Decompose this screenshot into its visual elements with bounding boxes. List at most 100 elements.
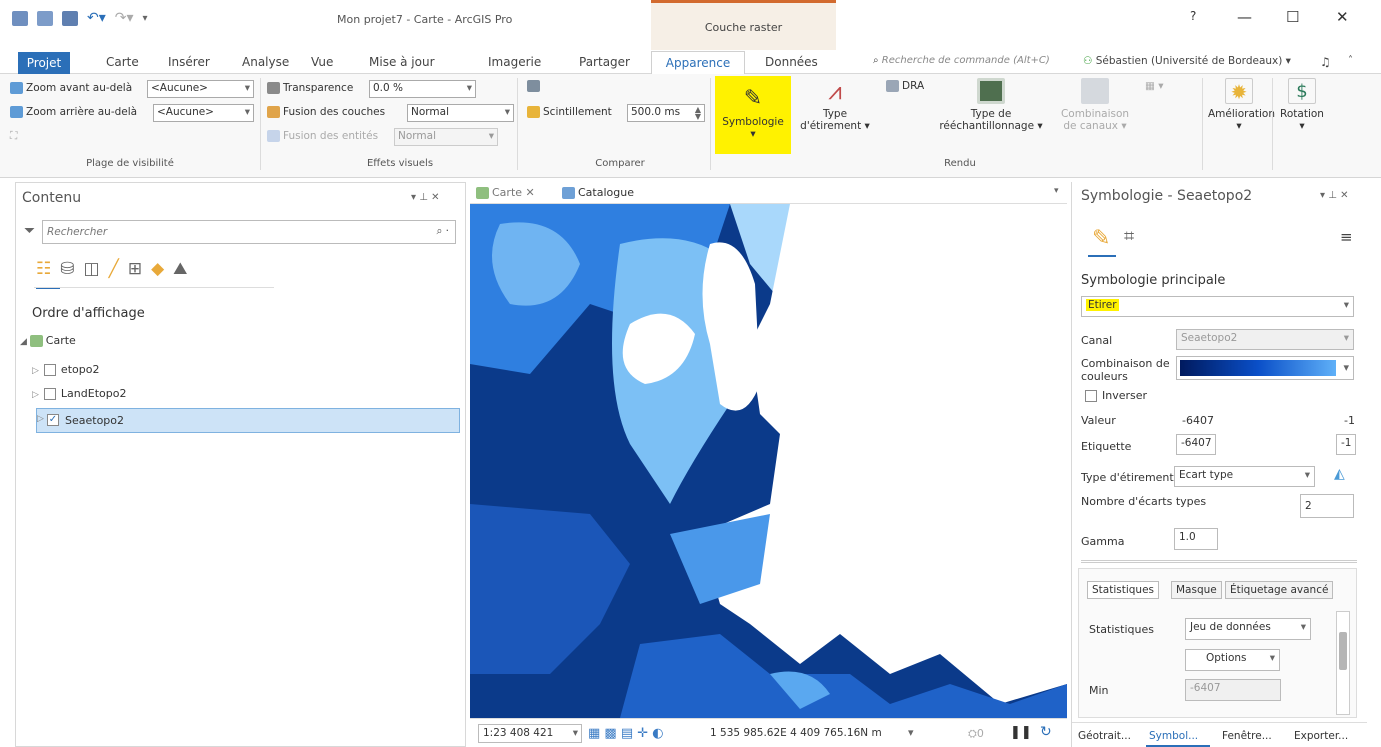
chevron-down-icon[interactable]: ▾ [908, 726, 914, 739]
layer-row-selected[interactable]: ▷ ✓ Seaetopo2 [36, 408, 460, 433]
map-canvas[interactable] [470, 204, 1067, 718]
labeling-icon[interactable]: ◆ [151, 259, 164, 279]
label-label: Etiquette [1081, 440, 1132, 453]
contents-search-input[interactable]: Rechercher ⌕ · [42, 220, 456, 244]
spinner-icon[interactable]: ▲ ▼ [695, 106, 701, 121]
perspective-imagery-icon[interactable]: ⛰ [173, 259, 187, 279]
tab-masque[interactable]: Masque [1171, 581, 1222, 599]
scale-select[interactable]: 1:23 408 421 ▾ [478, 724, 582, 743]
maximize-button[interactable]: ☐ [1286, 8, 1299, 26]
tab-geotraitement[interactable]: Géotrait... [1078, 730, 1131, 742]
layer-blend-select[interactable]: Normal ▾ [407, 104, 514, 122]
customize-qa-icon[interactable]: ▾ [143, 13, 148, 24]
histogram-icon[interactable]: ◭ [1334, 466, 1345, 482]
layer-checkbox[interactable] [43, 388, 56, 400]
undo-icon[interactable]: ↶▾ [87, 10, 106, 26]
resampling-type-button[interactable]: Type de rééchantillonnage ▾ [936, 78, 1046, 132]
secondary-symbology-icon[interactable]: ⌗ [1124, 226, 1134, 247]
close-button[interactable]: ✕ [1336, 8, 1349, 26]
tab-imagerie[interactable]: Imagerie [488, 55, 541, 69]
expand-arrow-icon[interactable]: ▷ [32, 390, 39, 400]
gamma-label: Gamma [1081, 535, 1125, 548]
tab-exporter[interactable]: Exporter... [1294, 730, 1348, 742]
pause-drawing-icon[interactable]: ❚❚ [1010, 725, 1032, 740]
tab-catalogue-view[interactable]: Catalogue [562, 186, 634, 199]
tab-donnees[interactable]: Données [765, 55, 818, 69]
tab-partager[interactable]: Partager [579, 55, 630, 69]
stretch-type-button[interactable]: ⩘ Type d'étirement ▾ [800, 78, 870, 132]
label-min-input[interactable]: -6407 [1176, 434, 1216, 455]
enhancement-button[interactable]: ✹ Amélioration ▾ [1208, 78, 1275, 132]
stretch-type-select[interactable]: Ecart type ▾ [1174, 466, 1315, 487]
user-account[interactable]: ⚇ Sébastien (Université de Bordeaux) ▾ [1083, 55, 1291, 67]
tab-carte[interactable]: Carte [106, 55, 139, 69]
tab-carte-view[interactable]: Carte ✕ [476, 186, 535, 199]
minimize-button[interactable]: — [1237, 8, 1252, 26]
options-button[interactable]: Options ▾ [1185, 649, 1280, 671]
snapping-icon[interactable]: ⊞ [128, 259, 142, 279]
redo-icon[interactable]: ↷▾ [115, 10, 134, 26]
swipe-icon[interactable] [527, 80, 543, 92]
tab-symbologie[interactable]: Symbol... [1149, 730, 1198, 742]
menu-icon[interactable]: ≡ [1340, 228, 1353, 246]
drawing-order-icon[interactable]: ☷ [36, 259, 51, 279]
renderer-select[interactable]: Etirer ▾ [1081, 296, 1354, 317]
tab-analyse[interactable]: Analyse [242, 55, 289, 69]
notifications-icon[interactable]: ♫ [1320, 55, 1331, 69]
map-tools-icons[interactable]: ▦ ▩ ▤ ✛ ◐ [588, 726, 664, 741]
transparency-input[interactable]: 0.0 % ▾ [369, 80, 476, 98]
splitter[interactable] [1081, 560, 1357, 563]
chevron-down-icon[interactable]: ▾ [1054, 186, 1059, 196]
refresh-icon[interactable]: ↻ [1040, 724, 1052, 740]
layer-checkbox[interactable] [43, 364, 56, 376]
catalog-icon [562, 187, 575, 199]
collapse-arrow-icon[interactable]: ◢ [20, 337, 30, 347]
tab-fenetre[interactable]: Fenêtre... [1222, 730, 1272, 742]
tab-apparence[interactable]: Apparence [651, 51, 745, 75]
layer-row[interactable]: ▷ etopo2 [32, 363, 99, 376]
std-dev-count-input[interactable]: 2 [1300, 494, 1354, 518]
tab-statistiques[interactable]: Statistiques [1087, 581, 1160, 599]
layer-row[interactable]: ▷ LandEtopo2 [32, 387, 126, 400]
pane-options-icon[interactable]: ▾ ⊥ ✕ [1320, 190, 1348, 201]
zoom-out-beyond[interactable]: Zoom arrière au-delà [10, 106, 137, 118]
editing-icon[interactable]: ╱ [109, 259, 119, 279]
open-project-icon[interactable] [37, 10, 53, 26]
help-button[interactable]: ? [1190, 9, 1196, 23]
layer-checkbox-checked[interactable]: ✓ [47, 414, 59, 426]
rotation-button[interactable]: $ Rotation ▾ [1276, 78, 1328, 132]
new-project-icon[interactable] [12, 10, 28, 26]
gamma-input[interactable]: 1.0 [1174, 528, 1218, 550]
primary-symbology-icon[interactable]: ✎ [1092, 226, 1110, 251]
clear-range-icon[interactable]: ⛶ [10, 130, 17, 143]
zoom-out-beyond-select[interactable]: <Aucune> ▾ [153, 104, 254, 122]
statistics-select[interactable]: Jeu de données ▾ [1185, 618, 1311, 640]
close-icon[interactable]: ✕ [522, 186, 535, 199]
expand-arrow-icon[interactable]: ▷ [37, 414, 44, 424]
dra-toggle[interactable]: DRA [886, 80, 924, 92]
save-icon[interactable] [62, 10, 78, 26]
scrollbar-thumb[interactable] [1339, 632, 1347, 670]
tab-inserer[interactable]: Insérer [168, 55, 210, 69]
invert-checkbox[interactable] [1085, 390, 1097, 402]
tab-projet[interactable]: Projet [18, 52, 70, 74]
flicker-rate-input[interactable]: 500.0 ms ▲ ▼ [627, 104, 705, 122]
collapse-ribbon-icon[interactable]: ˄ [1348, 55, 1353, 66]
pane-options-icon[interactable]: ▾ ⊥ ✕ [411, 192, 439, 203]
scrollbar[interactable] [1336, 611, 1350, 715]
label-max-input[interactable]: -1 [1336, 434, 1356, 455]
data-source-icon[interactable]: ⛁ [60, 259, 74, 279]
zoom-in-beyond[interactable]: Zoom avant au-delà [10, 82, 132, 94]
zoom-in-beyond-select[interactable]: <Aucune> ▾ [147, 80, 254, 98]
command-search-input[interactable]: ⌕ Recherche de commande (Alt+C) [873, 55, 1050, 66]
symbology-button[interactable]: ✎ Symbologie ▾ [715, 76, 791, 154]
map-node[interactable]: ◢ Carte [20, 334, 76, 347]
selection-icon[interactable]: ◫ [84, 259, 100, 279]
tab-etiquetage-avance[interactable]: Étiquetage avancé [1225, 581, 1334, 599]
filter-icon[interactable]: ⏷ [24, 223, 35, 239]
color-scheme-select[interactable]: ▾ [1176, 356, 1354, 380]
expand-arrow-icon[interactable]: ▷ [32, 366, 39, 376]
tab-mise-a-jour[interactable]: Mise à jour [369, 55, 435, 69]
tab-vue[interactable]: Vue [311, 55, 333, 69]
layer-blend-value: Normal [411, 106, 449, 118]
